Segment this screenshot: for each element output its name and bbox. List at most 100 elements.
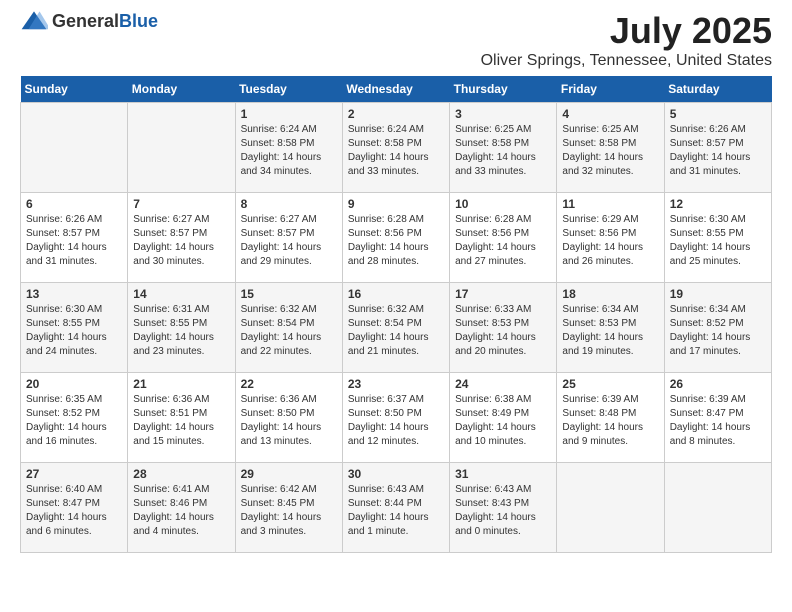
- calendar-week-4: 20Sunrise: 6:35 AM Sunset: 8:52 PM Dayli…: [21, 373, 772, 463]
- title-block: July 2025 Oliver Springs, Tennessee, Uni…: [481, 10, 772, 70]
- day-number: 17: [455, 287, 551, 301]
- day-number: 4: [562, 107, 658, 121]
- calendar-cell: 16Sunrise: 6:32 AM Sunset: 8:54 PM Dayli…: [342, 283, 449, 373]
- day-number: 3: [455, 107, 551, 121]
- calendar-week-3: 13 Sunrise: 6:30 AM Sunset: 8:55 PM Dayli…: [21, 283, 772, 373]
- day-number: 25: [562, 377, 658, 391]
- day-number: 23: [348, 377, 444, 391]
- header-saturday: Saturday: [664, 76, 771, 103]
- day-info: Sunrise: 6:24 AM Sunset: 8:58 PM Dayligh…: [348, 123, 444, 179]
- main-title: July 2025: [481, 10, 772, 52]
- header-wednesday: Wednesday: [342, 76, 449, 103]
- calendar-cell: 13 Sunrise: 6:30 AM Sunset: 8:55 PM Dayli…: [21, 283, 128, 373]
- day-number: 26: [670, 377, 766, 391]
- day-number: 10: [455, 197, 551, 211]
- calendar-cell: 9Sunrise: 6:28 AM Sunset: 8:56 PM Daylig…: [342, 193, 449, 283]
- day-info: Sunrise: 6:41 AM Sunset: 8:46 PM Dayligh…: [133, 483, 229, 539]
- day-number: 21: [133, 377, 229, 391]
- logo-icon: [20, 10, 48, 32]
- calendar-cell: 24Sunrise: 6:38 AM Sunset: 8:49 PM Dayli…: [450, 373, 557, 463]
- calendar-cell: 7Sunrise: 6:27 AM Sunset: 8:57 PM Daylig…: [128, 193, 235, 283]
- day-number: 11: [562, 197, 658, 211]
- day-info: Sunrise: 6:30 AM Sunset: 8:55 PM Dayligh…: [26, 303, 122, 359]
- day-number: 15: [241, 287, 337, 301]
- day-number: 29: [241, 467, 337, 481]
- calendar-cell: [21, 103, 128, 193]
- calendar-cell: 2Sunrise: 6:24 AM Sunset: 8:58 PM Daylig…: [342, 103, 449, 193]
- day-number: 13: [26, 287, 122, 301]
- calendar-cell: 19 Sunrise: 6:34 AM Sunset: 8:52 PM Dayli…: [664, 283, 771, 373]
- calendar-week-1: 1Sunrise: 6:24 AM Sunset: 8:58 PM Daylig…: [21, 103, 772, 193]
- calendar-week-2: 6Sunrise: 6:26 AM Sunset: 8:57 PM Daylig…: [21, 193, 772, 283]
- day-number: 22: [241, 377, 337, 391]
- header-friday: Friday: [557, 76, 664, 103]
- calendar-cell: 15 Sunrise: 6:32 AM Sunset: 8:54 PM Dayli…: [235, 283, 342, 373]
- calendar-cell: 27 Sunrise: 6:40 AM Sunset: 8:47 PM Dayli…: [21, 463, 128, 553]
- day-number: 30: [348, 467, 444, 481]
- day-info: Sunrise: 6:29 AM Sunset: 8:56 PM Dayligh…: [562, 213, 658, 269]
- calendar-body: 1Sunrise: 6:24 AM Sunset: 8:58 PM Daylig…: [21, 103, 772, 553]
- day-number: 12: [670, 197, 766, 211]
- day-info: Sunrise: 6:39 AM Sunset: 8:47 PM Dayligh…: [670, 393, 766, 449]
- calendar-header: Sunday Monday Tuesday Wednesday Thursday…: [21, 76, 772, 103]
- day-info: Sunrise: 6:25 AM Sunset: 8:58 PM Dayligh…: [562, 123, 658, 179]
- calendar-cell: 30 Sunrise: 6:43 AM Sunset: 8:44 PM Dayli…: [342, 463, 449, 553]
- calendar-cell: 11 Sunrise: 6:29 AM Sunset: 8:56 PM Dayli…: [557, 193, 664, 283]
- day-number: 5: [670, 107, 766, 121]
- day-info: Sunrise: 6:30 AM Sunset: 8:55 PM Dayligh…: [670, 213, 766, 269]
- day-info: Sunrise: 6:35 AM Sunset: 8:52 PM Dayligh…: [26, 393, 122, 449]
- calendar-cell: 31Sunrise: 6:43 AM Sunset: 8:43 PM Dayli…: [450, 463, 557, 553]
- calendar-cell: 29Sunrise: 6:42 AM Sunset: 8:45 PM Dayli…: [235, 463, 342, 553]
- calendar-table: Sunday Monday Tuesday Wednesday Thursday…: [20, 76, 772, 553]
- weekday-header-row: Sunday Monday Tuesday Wednesday Thursday…: [21, 76, 772, 103]
- day-number: 18: [562, 287, 658, 301]
- calendar-cell: 21 Sunrise: 6:36 AM Sunset: 8:51 PM Dayli…: [128, 373, 235, 463]
- day-info: Sunrise: 6:26 AM Sunset: 8:57 PM Dayligh…: [26, 213, 122, 269]
- calendar-week-5: 27 Sunrise: 6:40 AM Sunset: 8:47 PM Dayli…: [21, 463, 772, 553]
- calendar-cell: 14 Sunrise: 6:31 AM Sunset: 8:55 PM Dayli…: [128, 283, 235, 373]
- header-sunday: Sunday: [21, 76, 128, 103]
- day-info: Sunrise: 6:28 AM Sunset: 8:56 PM Dayligh…: [348, 213, 444, 269]
- calendar-cell: 5 Sunrise: 6:26 AM Sunset: 8:57 PM Daylig…: [664, 103, 771, 193]
- day-info: Sunrise: 6:27 AM Sunset: 8:57 PM Dayligh…: [241, 213, 337, 269]
- day-number: 14: [133, 287, 229, 301]
- calendar-cell: 8 Sunrise: 6:27 AM Sunset: 8:57 PM Daylig…: [235, 193, 342, 283]
- day-number: 8: [241, 197, 337, 211]
- day-info: Sunrise: 6:26 AM Sunset: 8:57 PM Dayligh…: [670, 123, 766, 179]
- day-number: 27: [26, 467, 122, 481]
- day-info: Sunrise: 6:43 AM Sunset: 8:44 PM Dayligh…: [348, 483, 444, 539]
- calendar-cell: [128, 103, 235, 193]
- calendar-cell: 10 Sunrise: 6:28 AM Sunset: 8:56 PM Dayli…: [450, 193, 557, 283]
- calendar-cell: 20Sunrise: 6:35 AM Sunset: 8:52 PM Dayli…: [21, 373, 128, 463]
- calendar-cell: 23 Sunrise: 6:37 AM Sunset: 8:50 PM Dayli…: [342, 373, 449, 463]
- day-info: Sunrise: 6:32 AM Sunset: 8:54 PM Dayligh…: [241, 303, 337, 359]
- day-number: 19: [670, 287, 766, 301]
- day-info: Sunrise: 6:33 AM Sunset: 8:53 PM Dayligh…: [455, 303, 551, 359]
- day-info: Sunrise: 6:27 AM Sunset: 8:57 PM Dayligh…: [133, 213, 229, 269]
- day-info: Sunrise: 6:36 AM Sunset: 8:51 PM Dayligh…: [133, 393, 229, 449]
- header-thursday: Thursday: [450, 76, 557, 103]
- calendar-cell: 1Sunrise: 6:24 AM Sunset: 8:58 PM Daylig…: [235, 103, 342, 193]
- calendar-cell: 18 Sunrise: 6:34 AM Sunset: 8:53 PM Dayli…: [557, 283, 664, 373]
- calendar-cell: 28 Sunrise: 6:41 AM Sunset: 8:46 PM Dayli…: [128, 463, 235, 553]
- day-info: Sunrise: 6:25 AM Sunset: 8:58 PM Dayligh…: [455, 123, 551, 179]
- calendar-cell: 17 Sunrise: 6:33 AM Sunset: 8:53 PM Dayli…: [450, 283, 557, 373]
- day-number: 16: [348, 287, 444, 301]
- day-info: Sunrise: 6:31 AM Sunset: 8:55 PM Dayligh…: [133, 303, 229, 359]
- calendar-cell: 26 Sunrise: 6:39 AM Sunset: 8:47 PM Dayli…: [664, 373, 771, 463]
- subtitle: Oliver Springs, Tennessee, United States: [481, 52, 772, 70]
- page-header: GeneralBlue July 2025 Oliver Springs, Te…: [20, 10, 772, 70]
- calendar-cell: 22Sunrise: 6:36 AM Sunset: 8:50 PM Dayli…: [235, 373, 342, 463]
- logo-general: General: [52, 11, 119, 31]
- day-number: 28: [133, 467, 229, 481]
- day-info: Sunrise: 6:34 AM Sunset: 8:53 PM Dayligh…: [562, 303, 658, 359]
- calendar-cell: 4 Sunrise: 6:25 AM Sunset: 8:58 PM Daylig…: [557, 103, 664, 193]
- calendar-cell: [664, 463, 771, 553]
- day-number: 24: [455, 377, 551, 391]
- logo: GeneralBlue: [20, 10, 158, 32]
- day-info: Sunrise: 6:37 AM Sunset: 8:50 PM Dayligh…: [348, 393, 444, 449]
- day-info: Sunrise: 6:40 AM Sunset: 8:47 PM Dayligh…: [26, 483, 122, 539]
- day-info: Sunrise: 6:34 AM Sunset: 8:52 PM Dayligh…: [670, 303, 766, 359]
- day-info: Sunrise: 6:28 AM Sunset: 8:56 PM Dayligh…: [455, 213, 551, 269]
- day-info: Sunrise: 6:39 AM Sunset: 8:48 PM Dayligh…: [562, 393, 658, 449]
